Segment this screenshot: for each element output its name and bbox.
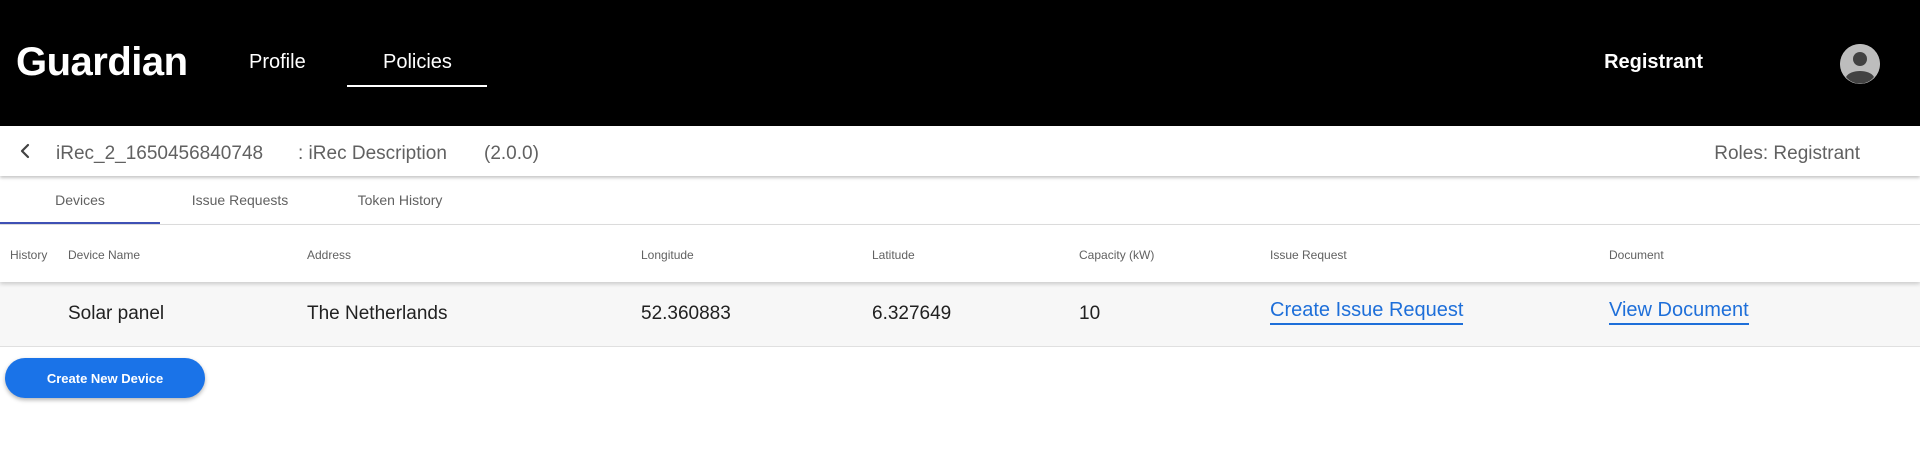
table-header: History Device Name Address Longitude La… [0, 225, 1920, 282]
policy-description: : iRec Description [298, 143, 447, 164]
tab-issue-requests[interactable]: Issue Requests [160, 176, 320, 224]
nav-profile[interactable]: Profile [249, 51, 306, 74]
cell-address: The Netherlands [307, 303, 448, 324]
column-header-address: Address [307, 248, 352, 262]
tab-token-history[interactable]: Token History [320, 176, 480, 224]
cell-capacity: 10 [1079, 303, 1101, 324]
user-roles: Roles: Registrant [1714, 143, 1860, 164]
column-header-document: Document [1609, 248, 1664, 262]
app-header: Guardian Profile Policies Registrant [0, 0, 1920, 126]
policy-name: iRec_2_1650456840748 [56, 143, 264, 164]
back-arrow-icon[interactable] [14, 140, 36, 162]
cell-longitude: 52.360883 [641, 303, 731, 324]
column-header-longitude: Longitude [641, 248, 694, 262]
cell-device-name: Solar panel [68, 303, 165, 324]
cell-latitude: 6.327649 [872, 303, 952, 324]
table-row: Solar panel The Netherlands 52.360883 6.… [0, 282, 1920, 347]
user-name[interactable]: Registrant [1604, 51, 1703, 74]
column-header-device-name: Device Name [68, 248, 141, 262]
active-tab-indicator [0, 222, 160, 224]
account-circle-icon[interactable] [1840, 44, 1880, 84]
policy-version: (2.0.0) [484, 143, 539, 164]
nav-policies[interactable]: Policies [383, 51, 452, 74]
column-header-history: History [10, 248, 48, 262]
create-issue-request-link[interactable]: Create Issue Request [1270, 299, 1464, 325]
column-header-issue-request: Issue Request [1270, 248, 1347, 262]
tab-devices[interactable]: Devices [0, 176, 160, 224]
app-logo[interactable]: Guardian [16, 40, 188, 85]
create-new-device-button[interactable]: Create New Device [5, 358, 205, 398]
policy-header: iRec_2_1650456840748 : iRec Description … [0, 126, 1920, 176]
nav-active-indicator [347, 85, 487, 87]
column-header-latitude: Latitude [872, 248, 915, 262]
column-header-capacity: Capacity (kW) [1079, 248, 1155, 262]
view-document-link[interactable]: View Document [1609, 299, 1749, 325]
tab-bar: Devices Issue Requests Token History [0, 176, 1920, 225]
